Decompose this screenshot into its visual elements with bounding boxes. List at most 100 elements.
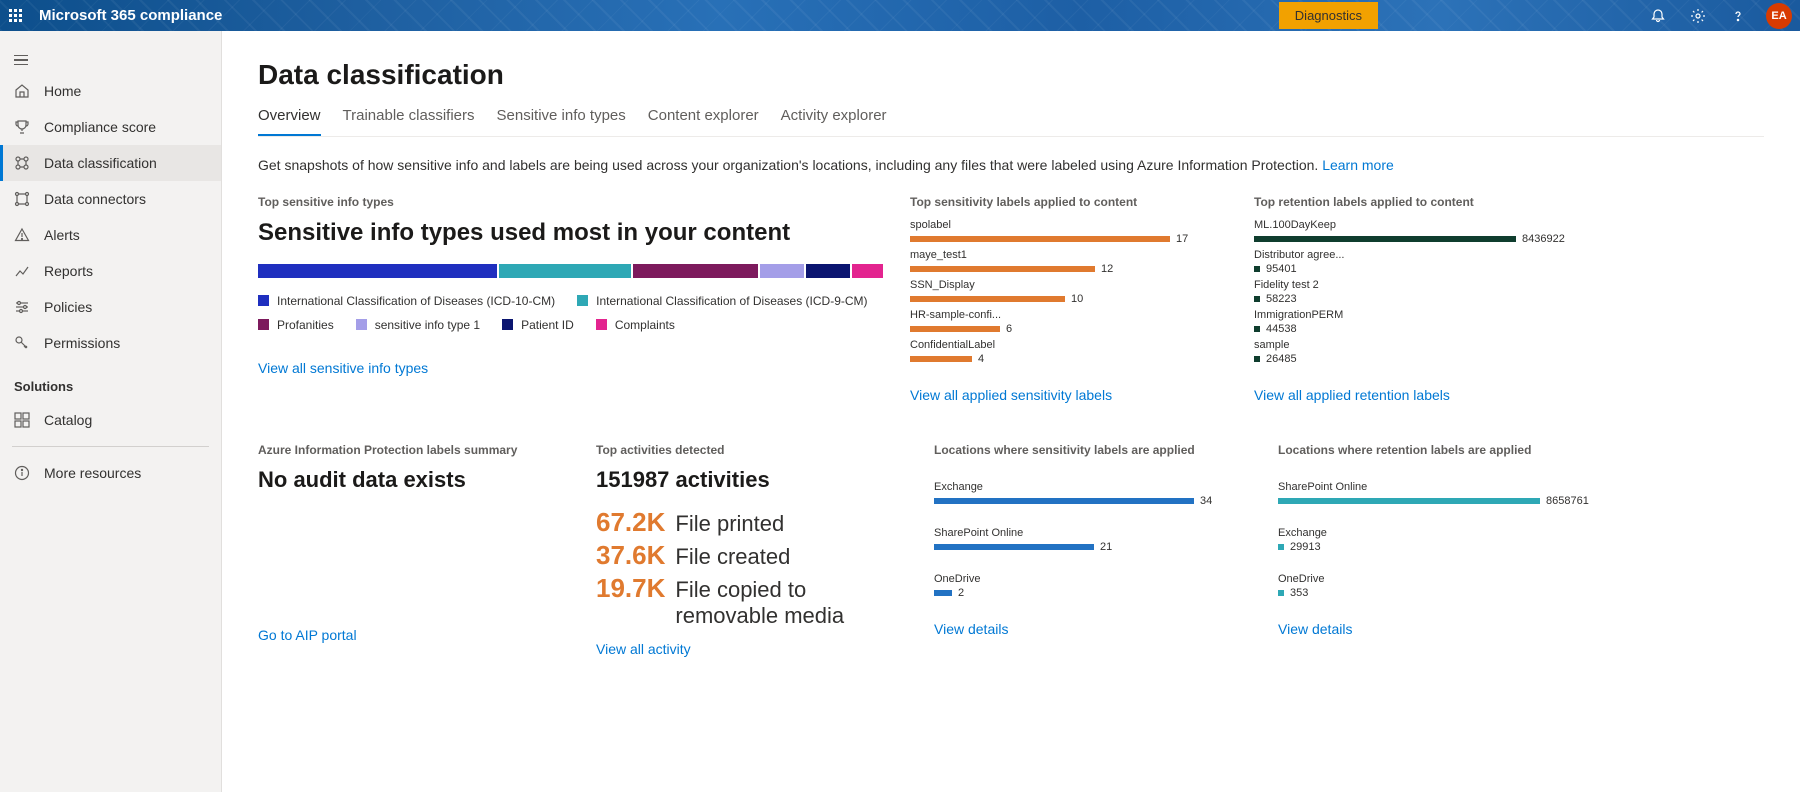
info-icon	[14, 465, 30, 481]
alert-icon	[14, 227, 30, 243]
sidebar-item-more-resources[interactable]: More resources	[0, 455, 221, 491]
bar-label: OneDrive	[934, 573, 1254, 585]
activity-line: 19.7KFile copied to removable media	[596, 573, 910, 629]
bar-fill	[934, 590, 952, 596]
legend-label: Profanities	[277, 318, 334, 332]
card-header: Locations where retention labels are app…	[1278, 443, 1598, 457]
bar-item: Fidelity test 258223	[1254, 279, 1574, 305]
view-all-sensitivity-labels-link[interactable]: View all applied sensitivity labels	[910, 387, 1112, 403]
sidebar-item-alerts[interactable]: Alerts	[0, 217, 221, 253]
bar-label: OneDrive	[1278, 573, 1598, 585]
user-avatar[interactable]: EA	[1766, 3, 1792, 29]
sidebar-item-label: Data connectors	[44, 191, 146, 207]
bar-list: spolabel17maye_test112SSN_Display10HR-sa…	[910, 219, 1230, 365]
bar-item: OneDrive 2	[934, 573, 1254, 599]
card-aip-summary: Azure Information Protection labels summ…	[258, 443, 572, 657]
notifications-icon[interactable]	[1638, 0, 1678, 31]
bar-label: Exchange	[1278, 527, 1598, 539]
card-header: Top activities detected	[596, 443, 910, 457]
tab-trainable-classifiers[interactable]: Trainable classifiers	[343, 107, 475, 136]
tab-overview[interactable]: Overview	[258, 107, 321, 136]
bar-item: sample26485	[1254, 339, 1574, 365]
bar-fill	[934, 544, 1094, 550]
chart-segment	[499, 264, 631, 278]
sidebar-item-permissions[interactable]: Permissions	[0, 325, 221, 361]
sidebar-item-catalog[interactable]: Catalog	[0, 402, 221, 438]
settings-icon[interactable]	[1678, 0, 1718, 31]
sidebar-item-label: Compliance score	[44, 119, 156, 135]
bar-label: maye_test1	[910, 249, 1230, 261]
card-title: 151987 activities	[596, 467, 910, 493]
sidebar-item-label: Catalog	[44, 412, 92, 428]
bar-label: ML.100DayKeep	[1254, 219, 1574, 231]
diagnostics-button[interactable]: Diagnostics	[1279, 2, 1378, 29]
catalog-icon	[14, 412, 30, 428]
activity-label: File printed	[675, 511, 784, 537]
view-all-sensitive-types-link[interactable]: View all sensitive info types	[258, 360, 428, 376]
bar-value: 2	[958, 587, 964, 599]
legend-label: International Classification of Diseases…	[596, 294, 867, 308]
legend-swatch	[502, 319, 513, 330]
legend-item: Profanities	[258, 318, 334, 332]
card-header: Azure Information Protection labels summ…	[258, 443, 572, 457]
legend-swatch	[356, 319, 367, 330]
bar-value: 8658761	[1546, 495, 1589, 507]
bar-value: 44538	[1266, 323, 1297, 335]
stacked-bar-chart	[258, 264, 886, 278]
chart-segment	[760, 264, 804, 278]
sidebar-item-data-classification[interactable]: Data classification	[0, 145, 221, 181]
bar-value: 26485	[1266, 353, 1297, 365]
sidebar-item-label: Data classification	[44, 155, 157, 171]
bar-value: 17	[1176, 233, 1188, 245]
view-details-ret-link[interactable]: View details	[1278, 621, 1352, 637]
bar-item: Exchange34	[934, 481, 1254, 507]
main-content: Data classification OverviewTrainable cl…	[222, 31, 1800, 792]
bar-label: ConfidentialLabel	[910, 339, 1230, 351]
help-icon[interactable]	[1718, 0, 1758, 31]
card-header: Locations where sensitivity labels are a…	[934, 443, 1254, 457]
bar-value: 6	[1006, 323, 1012, 335]
bar-list: SharePoint Online8658761Exchange29913One…	[1278, 481, 1598, 599]
legend-swatch	[577, 295, 588, 306]
activity-line: 67.2K File printed	[596, 507, 910, 538]
bar-item: maye_test112	[910, 249, 1230, 275]
bar-label: SSN_Display	[910, 279, 1230, 291]
view-details-sens-link[interactable]: View details	[934, 621, 1008, 637]
connector-icon	[14, 191, 30, 207]
legend-item: Patient ID	[502, 318, 574, 332]
view-all-retention-labels-link[interactable]: View all applied retention labels	[1254, 387, 1450, 403]
legend-swatch	[258, 319, 269, 330]
activity-count: 67.2K	[596, 507, 665, 538]
chart-legend: International Classification of Diseases…	[258, 294, 886, 332]
chart-segment	[633, 264, 759, 278]
legend-item: sensitive info type 1	[356, 318, 480, 332]
learn-more-link[interactable]: Learn more	[1322, 157, 1394, 173]
bar-item: ImmigrationPERM44538	[1254, 309, 1574, 335]
view-all-activity-link[interactable]: View all activity	[596, 641, 691, 657]
bar-item: spolabel 17	[910, 219, 1230, 245]
tab-content-explorer[interactable]: Content explorer	[648, 107, 759, 136]
sidebar-item-reports[interactable]: Reports	[0, 253, 221, 289]
bar-fill	[1254, 356, 1260, 362]
bar-fill	[1254, 266, 1260, 272]
tab-activity-explorer[interactable]: Activity explorer	[781, 107, 887, 136]
bar-fill	[910, 356, 972, 362]
app-launcher-icon[interactable]	[0, 0, 31, 31]
bar-fill	[1254, 236, 1516, 242]
sidebar-item-policies[interactable]: Policies	[0, 289, 221, 325]
tab-sensitive-info-types[interactable]: Sensitive info types	[497, 107, 626, 136]
intro-text: Get snapshots of how sensitive info and …	[258, 157, 1764, 173]
sidebar-item-compliance-score[interactable]: Compliance score	[0, 109, 221, 145]
sidebar-item-data-connectors[interactable]: Data connectors	[0, 181, 221, 217]
bar-fill	[1278, 498, 1540, 504]
go-to-aip-link[interactable]: Go to AIP portal	[258, 627, 357, 643]
sidebar-item-home[interactable]: Home	[0, 73, 221, 109]
bar-value: 21	[1100, 541, 1112, 553]
policies-icon	[14, 299, 30, 315]
bar-item: OneDrive353	[1278, 573, 1598, 599]
legend-label: Patient ID	[521, 318, 574, 332]
collapse-nav-icon[interactable]	[14, 55, 28, 66]
bar-label: spolabel	[910, 219, 1230, 231]
bar-fill	[1278, 544, 1284, 550]
bar-fill	[1254, 296, 1260, 302]
